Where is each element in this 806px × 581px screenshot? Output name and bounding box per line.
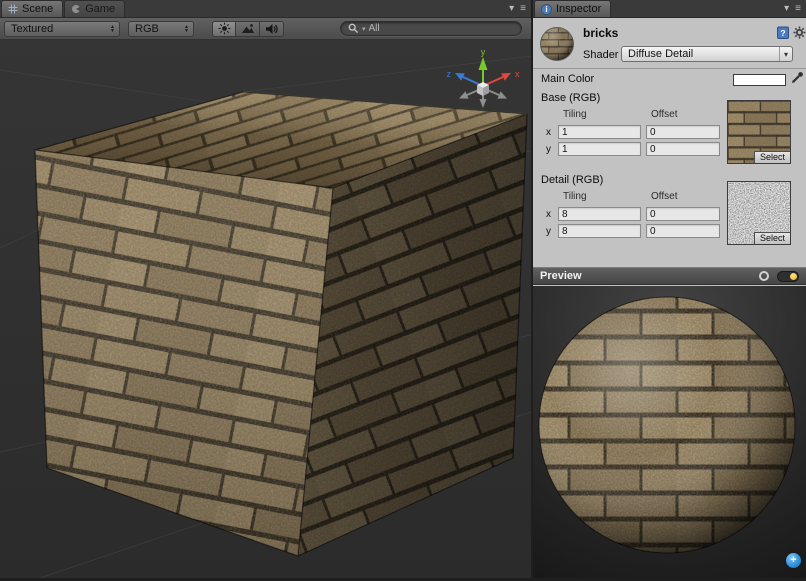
color-mode-dropdown[interactable]: RGB ▲▼ — [128, 21, 194, 37]
gizmo-z-label: z — [447, 69, 452, 79]
svg-text:?: ? — [780, 28, 785, 38]
scene-viewport[interactable]: y x z — [0, 40, 531, 578]
gizmo-x-label: x — [515, 69, 520, 79]
detail-section-title: Detail (RGB) — [541, 174, 603, 186]
shader-value: Diffuse Detail — [628, 48, 693, 60]
scene-toggle-group — [212, 21, 284, 37]
gear-icon[interactable] — [793, 26, 806, 39]
main-color-label: Main Color — [541, 73, 594, 85]
base-row-y-label: y — [546, 144, 551, 155]
help-icon[interactable]: ? — [777, 26, 789, 39]
base-texture-thumbnail[interactable]: Select — [727, 100, 791, 164]
search-icon — [348, 23, 359, 34]
base-tiling-x-input[interactable] — [558, 125, 641, 139]
base-select-button[interactable]: Select — [754, 151, 790, 163]
panel-dropdown-icon[interactable]: ▾ — [509, 2, 514, 15]
main-color-swatch[interactable] — [733, 74, 786, 86]
audio-toggle-button[interactable] — [260, 21, 284, 37]
dropdown-arrows-icon: ▲▼ — [110, 25, 115, 33]
search-filter-arrow-icon[interactable]: ▾ — [362, 25, 366, 33]
scene-toolbar: Textured ▲▼ RGB ▲▼ — [0, 18, 531, 40]
draw-mode-dropdown[interactable]: Textured ▲▼ — [4, 21, 120, 37]
preview-light-toggle-icon[interactable] — [777, 271, 799, 282]
scene-grid-icon — [8, 4, 18, 14]
detail-offset-header: Offset — [651, 191, 678, 202]
material-inspector: bricks Shader Diffuse Detail ▾ ? — [533, 18, 806, 267]
scene-panel-menu[interactable]: ▾ ≡ — [509, 2, 526, 15]
lighting-toggle-button[interactable] — [212, 21, 236, 37]
landscape-icon — [241, 23, 255, 34]
scene-search-input[interactable] — [369, 23, 514, 34]
sphere-toggle-icon[interactable] — [759, 271, 769, 281]
color-mode-label: RGB — [135, 23, 159, 35]
shader-dropdown[interactable]: Diffuse Detail ▾ — [621, 46, 793, 62]
inspector-panel: i Inspector ▾ ≡ bricks Shader Diffus — [533, 0, 806, 578]
inspector-panel-menu[interactable]: ▾ ≡ — [784, 2, 801, 15]
dropdown-arrows-icon: ▲▼ — [184, 25, 189, 33]
detail-row-y-label: y — [546, 226, 551, 237]
base-row-x-label: x — [546, 127, 551, 138]
header-divider — [533, 68, 806, 69]
tab-scene-label: Scene — [22, 3, 53, 15]
speaker-icon — [265, 23, 278, 35]
draw-mode-label: Textured — [11, 23, 53, 35]
base-tiling-header: Tiling — [563, 109, 587, 120]
inspector-tabstrip: i Inspector ▾ ≡ — [533, 0, 806, 18]
tab-inspector-label: Inspector — [556, 3, 601, 15]
material-name: bricks — [583, 26, 618, 40]
detail-tiling-header: Tiling — [563, 191, 587, 202]
base-offset-x-input[interactable] — [646, 125, 720, 139]
game-icon — [71, 4, 81, 14]
detail-texture-thumbnail[interactable]: Select — [727, 181, 791, 245]
add-button[interactable]: + — [786, 553, 801, 568]
base-tiling-y-input[interactable] — [558, 142, 641, 156]
svg-text:i: i — [545, 5, 547, 14]
detail-tiling-y-input[interactable] — [558, 224, 641, 238]
detail-row-x-label: x — [546, 209, 551, 220]
detail-offset-x-input[interactable] — [646, 207, 720, 221]
scene-panel: Scene Game ▾ ≡ Textured ▲▼ — [0, 0, 531, 578]
sun-icon — [218, 22, 231, 35]
preview-sphere[interactable] — [539, 297, 795, 553]
panel-menu-icon[interactable]: ≡ — [795, 2, 801, 15]
eyedropper-icon[interactable] — [791, 71, 804, 89]
tab-inspector[interactable]: i Inspector — [534, 0, 611, 17]
preview-header[interactable]: Preview — [533, 267, 806, 285]
gizmo-y-label: y — [481, 47, 486, 57]
tab-game[interactable]: Game — [64, 0, 125, 17]
panel-menu-icon[interactable]: ≡ — [520, 2, 526, 15]
skybox-toggle-button[interactable] — [236, 21, 260, 37]
inspector-info-icon: i — [541, 4, 552, 15]
tab-scene[interactable]: Scene — [1, 0, 63, 17]
material-preview-icon — [539, 26, 575, 67]
scene-search-field[interactable]: ▾ — [340, 21, 522, 36]
base-offset-header: Offset — [651, 109, 678, 120]
detail-tiling-x-input[interactable] — [558, 207, 641, 221]
preview-area[interactable]: + — [533, 286, 806, 578]
shader-label: Shader — [583, 49, 618, 61]
base-section-title: Base (RGB) — [541, 92, 600, 104]
detail-select-button[interactable]: Select — [754, 232, 790, 244]
preview-title: Preview — [540, 270, 582, 282]
detail-offset-y-input[interactable] — [646, 224, 720, 238]
unity-editor-window: Scene Game ▾ ≡ Textured ▲▼ — [0, 0, 806, 581]
tab-game-label: Game — [85, 3, 115, 15]
base-offset-y-input[interactable] — [646, 142, 720, 156]
popup-arrow-icon: ▾ — [779, 47, 792, 61]
panel-dropdown-icon[interactable]: ▾ — [784, 2, 789, 15]
scene-tabstrip: Scene Game ▾ ≡ — [0, 0, 531, 18]
